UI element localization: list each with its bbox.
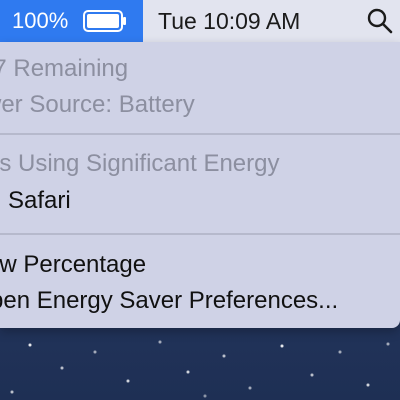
- menu-separator: [0, 133, 400, 135]
- time-remaining-item: 07 Remaining: [0, 55, 129, 82]
- battery-dropdown-menu: 07 Remaining wer Source: Battery ps Usin…: [0, 42, 400, 328]
- menu-item-safari[interactable]: Safari: [8, 186, 71, 216]
- menu-item-energy-saver-preferences[interactable]: pen Energy Saver Preferences...: [0, 286, 338, 316]
- menu-separator: [0, 233, 400, 235]
- apps-energy-header: ps Using Significant Energy: [0, 150, 280, 177]
- menu-bar: 100% Tue 10:09 AM: [0, 0, 400, 42]
- power-source-item: wer Source: Battery: [0, 91, 195, 118]
- battery-menu-extra[interactable]: 100%: [0, 0, 143, 42]
- search-icon[interactable]: [366, 8, 394, 34]
- battery-full-icon: [83, 10, 126, 32]
- battery-percentage: 100%: [12, 8, 69, 33]
- menu-item-show-percentage[interactable]: ow Percentage: [0, 250, 146, 280]
- menubar-clock[interactable]: Tue 10:09 AM: [158, 8, 300, 34]
